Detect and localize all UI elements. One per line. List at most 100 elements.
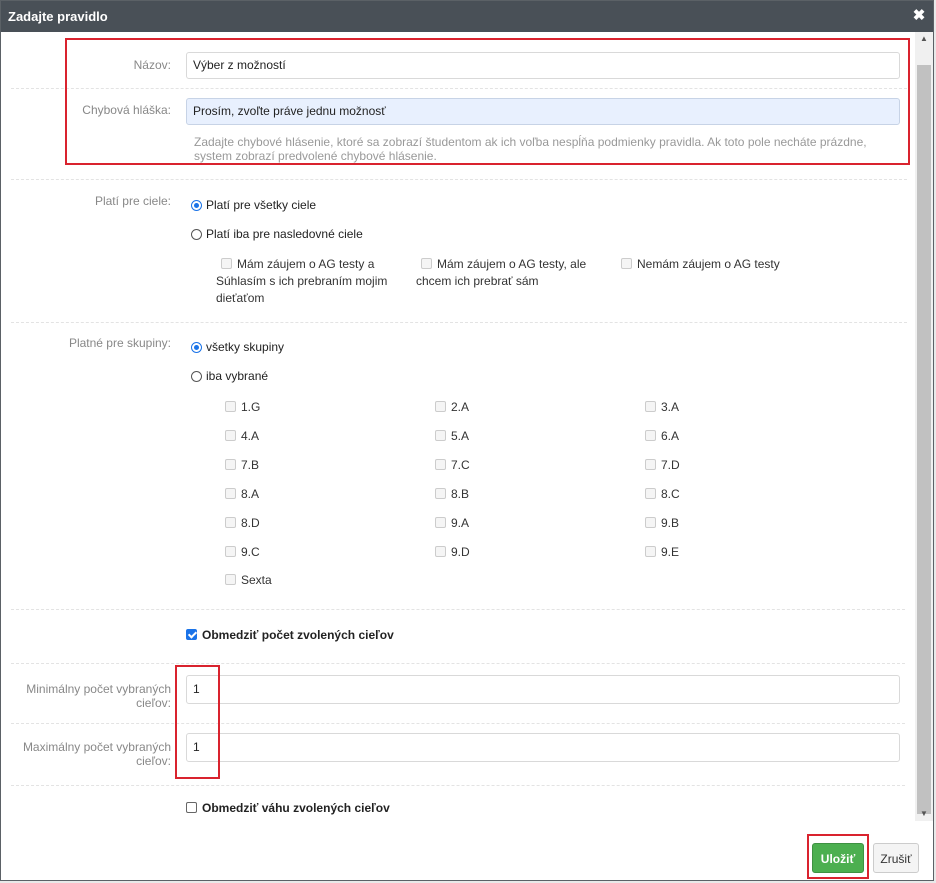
checkbox-checked-icon [186,629,197,640]
radio-targets-selected-label: Platí iba pre nasledovné ciele [206,227,363,241]
target-item-label: Mám záujem o AG testy a Súhlasím s ich p… [216,257,388,305]
checkbox-icon [645,488,656,499]
checkbox-icon [225,459,236,470]
dialog-titlebar: Zadajte pravidlo ✖ [1,1,933,32]
target-item-1[interactable]: Mám záujem o AG testy a Súhlasím s ich p… [216,256,401,307]
targets-label: Platí pre ciele: [94,194,171,208]
group-item-label: 9.A [451,516,470,530]
dialog-title: Zadajte pravidlo [8,9,108,24]
checkbox-icon [186,802,197,813]
group-item-label: 3.A [661,400,680,414]
group-item-1g[interactable]: 1.G [225,399,260,416]
group-item-9d[interactable]: 9.D [435,544,470,561]
radio-targets-all-label: Platí pre všetky ciele [206,198,317,212]
checkbox-icon [421,258,432,269]
checkbox-icon [435,401,446,412]
target-item-2[interactable]: Mám záujem o AG testy, ale chcem ich pre… [416,256,601,290]
radio-checked-icon [191,341,202,353]
checkbox-icon [225,574,236,585]
group-item-8a[interactable]: 8.A [225,486,259,503]
checkbox-icon [435,546,446,557]
group-item-sexta[interactable]: Sexta [225,572,272,589]
checkbox-icon [435,459,446,470]
radio-groups-all[interactable]: všetky skupiny [191,340,284,354]
checkbox-icon [645,459,656,470]
checkbox-icon [221,258,232,269]
radio-unchecked-icon [191,370,202,382]
group-item-7b[interactable]: 7.B [225,457,259,474]
separator [11,663,905,664]
group-item-9c[interactable]: 9.C [225,544,260,561]
groups-label: Platné pre skupiny: [68,336,171,350]
group-item-label: 9.D [451,545,470,559]
radio-unchecked-icon [191,228,202,240]
group-item-6a[interactable]: 6.A [645,428,679,445]
checkbox-icon [225,517,236,528]
group-item-label: 4.A [241,429,260,443]
min-count-input[interactable]: 1 [186,675,900,704]
checkbox-icon [435,517,446,528]
group-item-label: 7.C [451,458,470,472]
rule-dialog: Zadajte pravidlo ✖ Názov: Výber z možnos… [0,0,934,881]
group-item-label: Sexta [241,573,272,587]
checkbox-icon [225,546,236,557]
separator [11,322,907,323]
group-item-8b[interactable]: 8.B [435,486,469,503]
group-item-label: 9.B [661,516,680,530]
scroll-down-icon[interactable]: ▼ [915,807,933,821]
checkbox-icon [645,430,656,441]
checkbox-icon [435,488,446,499]
group-item-label: 8.A [241,487,260,501]
radio-checked-icon [191,199,202,211]
radio-targets-all[interactable]: Platí pre všetky ciele [191,198,316,212]
group-item-label: 8.D [241,516,260,530]
highlight-save [807,834,869,879]
group-item-9e[interactable]: 9.E [645,544,679,561]
group-item-label: 7.B [241,458,260,472]
min-count-label: Minimálny počet vybraných cieľov: [26,682,171,710]
checkbox-icon [645,546,656,557]
scrollbar[interactable]: ▲ ▼ [915,32,933,821]
group-item-label: 9.C [241,545,260,559]
checkbox-icon [225,401,236,412]
max-count-input[interactable]: 1 [186,733,900,762]
limit-weight-label: Obmedziť váhu zvolených cieľov [202,801,390,815]
group-item-label: 5.A [451,429,470,443]
dialog-content: Názov: Výber z možností Chybová hláška: … [1,32,915,821]
group-item-label: 6.A [661,429,680,443]
separator [11,723,905,724]
group-item-8d[interactable]: 8.D [225,515,260,532]
group-item-9b[interactable]: 9.B [645,515,679,532]
cancel-button[interactable]: Zrušiť [873,843,919,873]
checkbox-icon [621,258,632,269]
group-item-7d[interactable]: 7.D [645,457,680,474]
group-item-4a[interactable]: 4.A [225,428,259,445]
max-count-label: Maximálny počet vybraných cieľov: [22,740,171,768]
group-item-2a[interactable]: 2.A [435,399,469,416]
group-item-9a[interactable]: 9.A [435,515,469,532]
limit-count-label: Obmedziť počet zvolených cieľov [202,628,394,642]
target-item-3[interactable]: Nemám záujem o AG testy [621,256,821,273]
checkbox-icon [645,517,656,528]
separator [11,785,905,786]
group-item-3a[interactable]: 3.A [645,399,679,416]
close-icon[interactable]: ✖ [911,7,927,25]
group-item-label: 9.E [661,545,680,559]
group-item-label: 2.A [451,400,470,414]
limit-weight-checkbox[interactable]: Obmedziť váhu zvolených cieľov [186,800,390,817]
radio-groups-all-label: všetky skupiny [206,340,285,354]
limit-count-checkbox[interactable]: Obmedziť počet zvolených cieľov [186,627,394,644]
group-item-label: 7.D [661,458,680,472]
scrollbar-thumb[interactable] [917,65,931,814]
radio-targets-selected[interactable]: Platí iba pre nasledovné ciele [191,227,363,241]
group-item-7c[interactable]: 7.C [435,457,470,474]
group-item-8c[interactable]: 8.C [645,486,680,503]
separator [11,609,905,610]
scroll-up-icon[interactable]: ▲ [915,32,933,46]
group-item-5a[interactable]: 5.A [435,428,469,445]
radio-groups-selected[interactable]: iba vybrané [191,369,268,383]
group-item-label: 1.G [241,400,261,414]
group-item-label: 8.C [661,487,680,501]
target-item-label: Nemám záujem o AG testy [637,257,780,271]
checkbox-icon [225,488,236,499]
